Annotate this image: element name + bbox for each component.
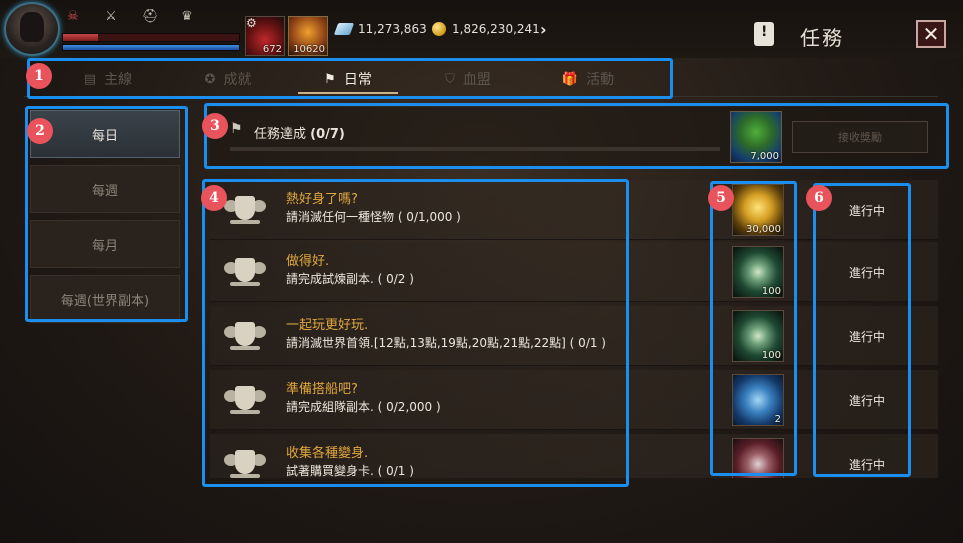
tab-achievement[interactable]: ✪ 成就 bbox=[168, 64, 288, 94]
mp-bar bbox=[62, 44, 240, 51]
annotation-badge: 1 bbox=[26, 63, 52, 89]
quest-reward-orb[interactable] bbox=[732, 438, 784, 478]
status-icons: ☠ ⚔ ⛑ ♛ bbox=[66, 10, 194, 24]
quest-title: 一起玩更好玩. bbox=[286, 318, 369, 333]
quest-title: 熱好身了嗎? bbox=[286, 192, 358, 207]
quest-emblem-icon bbox=[224, 190, 266, 230]
scroll-slot[interactable]: 10620 bbox=[288, 16, 328, 56]
quest-emblem-icon bbox=[224, 380, 266, 420]
tab-label: 日常 bbox=[343, 72, 372, 88]
quest-status: 進行中 bbox=[848, 204, 885, 218]
quest-title: 做得好. bbox=[286, 254, 330, 269]
trophy-icon[interactable]: ♛ bbox=[180, 10, 194, 24]
sword-icon[interactable]: ⚔ bbox=[104, 10, 118, 24]
annotation-badge: 4 bbox=[201, 185, 227, 211]
reward-quantity: 2 bbox=[774, 414, 781, 425]
player-avatar[interactable] bbox=[4, 2, 60, 56]
quest-emblem-icon bbox=[224, 316, 266, 356]
quest-reward-gold[interactable]: 30,000 bbox=[732, 184, 784, 236]
tab-event[interactable]: 🎁 活動 bbox=[528, 64, 648, 94]
gift-icon: 🎁 bbox=[561, 71, 579, 87]
quest-row[interactable]: 收集各種變身. 試著購買變身卡. ( 0/1 ) 進行中 bbox=[210, 434, 938, 478]
tabs-divider bbox=[24, 96, 938, 97]
quest-reward-orb[interactable]: 100 bbox=[732, 246, 784, 298]
tab-main[interactable]: ▤ 主線 bbox=[48, 64, 168, 94]
chevron-right-icon[interactable]: › bbox=[540, 20, 547, 39]
diamond-icon bbox=[333, 23, 355, 35]
shield-icon: ⛉ bbox=[445, 71, 455, 87]
diamond-amount: 11,273,863 bbox=[358, 22, 427, 36]
quest-status: 進行中 bbox=[848, 266, 885, 280]
completion-reward-item[interactable]: 7,000 bbox=[730, 111, 782, 163]
annotation-badge: 2 bbox=[27, 118, 53, 144]
claim-reward-button[interactable]: 接收獎勵 bbox=[792, 121, 928, 153]
reward-quantity: 7,000 bbox=[750, 151, 779, 162]
quest-title: 準備搭船吧? bbox=[286, 382, 358, 397]
gold-amount: 1,826,230,241 bbox=[452, 22, 540, 36]
hp-bar bbox=[62, 33, 240, 42]
quest-emblem-icon bbox=[224, 444, 266, 478]
flag-icon: ⚑ bbox=[230, 121, 243, 137]
coin-icon bbox=[432, 22, 446, 36]
sidebar-item-weekly[interactable]: 每週 bbox=[30, 165, 180, 213]
page-title: 任務 bbox=[800, 26, 844, 50]
diamond-currency: 11,273,863 bbox=[333, 22, 427, 36]
tab-label: 主線 bbox=[104, 72, 133, 88]
annotation-badge: 3 bbox=[202, 113, 228, 139]
helmet-icon[interactable]: ⛑ bbox=[142, 10, 159, 24]
quest-row[interactable]: 一起玩更好玩. 請消滅世界首領.[12點,13點,19點,20點,21點,22點… bbox=[210, 306, 938, 366]
mission-progress-panel: ⚑ 任務達成 (0/7) 7,000 接收獎勵 bbox=[210, 107, 942, 167]
potion-quantity: 672 bbox=[262, 44, 282, 55]
tab-label: 成就 bbox=[223, 72, 252, 88]
reward-quantity: 30,000 bbox=[746, 224, 781, 235]
annotation-badge: 5 bbox=[708, 185, 734, 211]
mp-fill bbox=[63, 45, 239, 50]
quest-scroll-icon bbox=[754, 22, 774, 46]
reward-quantity: 100 bbox=[761, 350, 781, 361]
sidebar-item-monthly[interactable]: 每月 bbox=[30, 220, 180, 268]
quest-emblem-icon bbox=[224, 252, 266, 292]
quest-description: 請完成組隊副本. ( 0/2,000 ) bbox=[286, 400, 441, 414]
quest-reward-gem[interactable]: 2 bbox=[732, 374, 784, 426]
quest-reward-orb[interactable]: 100 bbox=[732, 310, 784, 362]
quest-status: 進行中 bbox=[848, 394, 885, 408]
medal-icon: ✪ bbox=[204, 71, 216, 87]
quest-tabs: ▤ 主線 ✪ 成就 ⚑ 日常 ⛉ 血盟 🎁 活動 bbox=[48, 64, 668, 94]
sidebar-item-weekly-world-dungeon[interactable]: 每週(世界副本) bbox=[30, 275, 180, 323]
quest-description: 請消滅任何一種怪物 ( 0/1,000 ) bbox=[286, 210, 461, 224]
quest-description: 試著購買變身卡. ( 0/1 ) bbox=[286, 464, 414, 478]
quest-list: 熱好身了嗎? 請消滅任何一種怪物 ( 0/1,000 ) 30,000 進行中 … bbox=[210, 180, 938, 478]
progress-track bbox=[230, 147, 720, 151]
hp-fill bbox=[63, 34, 99, 41]
tab-clan[interactable]: ⛉ 血盟 bbox=[408, 64, 528, 94]
quest-row[interactable]: 準備搭船吧? 請完成組隊副本. ( 0/2,000 ) 2 進行中 bbox=[210, 370, 938, 430]
annotation-badge: 6 bbox=[806, 185, 832, 211]
gear-icon[interactable]: ⚙ bbox=[246, 16, 257, 30]
scroll-quantity: 10620 bbox=[293, 44, 325, 55]
list-icon: ▤ bbox=[83, 71, 97, 87]
quest-title: 收集各種變身. bbox=[286, 446, 369, 461]
gold-currency: 1,826,230,241 bbox=[432, 22, 540, 36]
quest-description: 請完成試煉副本. ( 0/2 ) bbox=[286, 272, 414, 286]
quest-description: 請消滅世界首領.[12點,13點,19點,20點,21點,22點] ( 0/1 … bbox=[286, 336, 606, 350]
tab-daily[interactable]: ⚑ 日常 bbox=[288, 64, 408, 94]
progress-count: (0/7) bbox=[310, 127, 345, 142]
close-button[interactable]: ✕ bbox=[916, 20, 946, 48]
tab-label: 活動 bbox=[586, 72, 615, 88]
skull-icon[interactable]: ☠ bbox=[66, 10, 80, 24]
tab-label: 血盟 bbox=[462, 72, 491, 88]
quest-status: 進行中 bbox=[848, 458, 885, 472]
progress-text: 任務達成 (0/7) bbox=[254, 123, 345, 142]
flag-icon: ⚑ bbox=[324, 71, 336, 87]
quest-status: 進行中 bbox=[848, 330, 885, 344]
top-bar: ☠ ⚔ ⛑ ♛ 672 ⚙ 10620 11,273,863 1,826,230… bbox=[0, 0, 963, 58]
quest-row[interactable]: 做得好. 請完成試煉副本. ( 0/2 ) 100 進行中 bbox=[210, 242, 938, 302]
period-sidebar: 每日 每週 每月 每週(世界副本) bbox=[30, 110, 182, 330]
reward-quantity: 100 bbox=[761, 286, 781, 297]
progress-label: 任務達成 bbox=[254, 127, 307, 142]
